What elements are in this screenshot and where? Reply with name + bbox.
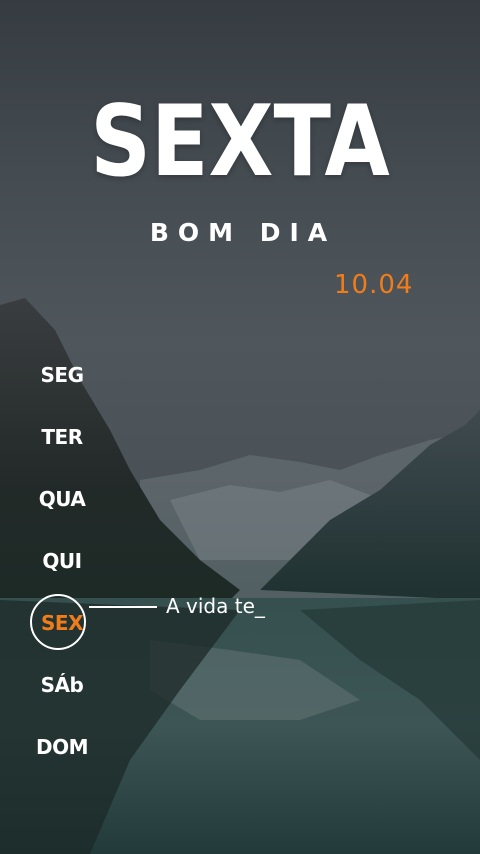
weekday-qui[interactable]: QUI xyxy=(22,530,102,592)
greeting-text: BOM DIA xyxy=(149,218,337,247)
weekday-dom[interactable]: DOM xyxy=(22,716,102,778)
weekday-ter[interactable]: TER xyxy=(22,406,102,468)
weekday-sab[interactable]: SÁb xyxy=(22,654,102,716)
weekday-sex-selected[interactable]: SEX xyxy=(22,592,102,654)
weekday-qua[interactable]: QUA xyxy=(22,468,102,530)
day-title: SEXTA xyxy=(90,85,390,199)
weekday-seg[interactable]: SEG xyxy=(22,344,102,406)
typing-message: A vida te_ xyxy=(166,594,265,618)
date-label: 10.04 xyxy=(334,270,414,300)
selection-ring xyxy=(30,594,86,650)
weekday-list: SEG TER QUA QUI SEX SÁb DOM xyxy=(22,344,102,778)
story-screen: SEXTA BOM DIA 10.04 SEG TER QUA QUI SEX … xyxy=(0,0,480,854)
connector-line xyxy=(89,606,157,608)
